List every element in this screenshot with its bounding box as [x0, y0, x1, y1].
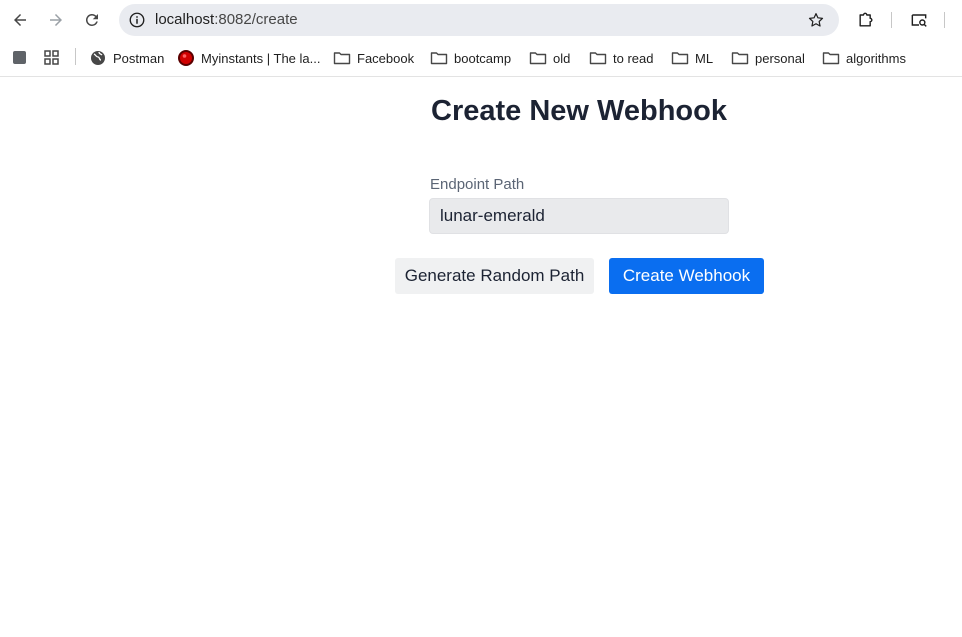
- folder-icon: [529, 52, 547, 65]
- bookmark-label: Facebook: [357, 50, 415, 66]
- bookmark-folder-ml[interactable]: ML: [671, 48, 713, 68]
- bookmark-label: Postman: [113, 50, 165, 66]
- page-content: Create New Webhook Endpoint Path Generat…: [0, 78, 962, 637]
- toolbar-divider: [944, 12, 945, 28]
- bookmark-label: algorithms: [846, 50, 906, 66]
- bookmark-folder-to-read[interactable]: to read: [589, 48, 653, 68]
- toolbar-divider: [891, 12, 892, 28]
- bookmark-folder-algorithms[interactable]: algorithms: [822, 48, 906, 68]
- puzzle-icon: [859, 12, 873, 27]
- bookmark-label: personal: [755, 50, 805, 66]
- url-path: :8082/create: [214, 11, 298, 28]
- folder-icon: [731, 52, 749, 65]
- tab-search-button[interactable]: [908, 9, 930, 31]
- bookmarks-divider: [75, 48, 76, 65]
- folder-icon: [822, 52, 840, 65]
- bookmark-app-square[interactable]: [11, 48, 29, 68]
- browser-toolbar: localhost:8082/create: [0, 0, 962, 40]
- folder-icon: [671, 52, 689, 65]
- url-text[interactable]: localhost:8082/create: [155, 11, 298, 29]
- endpoint-path-input[interactable]: [429, 198, 729, 234]
- bookmark-folder-facebook[interactable]: Facebook: [333, 48, 414, 68]
- tab-search-icon: [911, 14, 927, 27]
- bookmark-folder-personal[interactable]: personal: [731, 48, 805, 68]
- address-bar[interactable]: localhost:8082/create: [119, 4, 839, 36]
- bookmark-folder-old[interactable]: old: [529, 48, 570, 68]
- endpoint-path-label: Endpoint Path: [430, 176, 525, 193]
- bookmark-label: old: [553, 50, 571, 66]
- reload-button[interactable]: [80, 8, 104, 32]
- apps-button[interactable]: [43, 48, 61, 68]
- arrow-left-icon: [14, 14, 26, 26]
- folder-icon: [430, 52, 448, 65]
- star-icon[interactable]: [807, 11, 825, 29]
- page-title: Create New Webhook: [431, 95, 727, 127]
- generate-random-path-button[interactable]: Generate Random Path: [395, 258, 594, 294]
- app-square-icon: [13, 51, 26, 64]
- arrow-right-icon: [50, 14, 62, 26]
- apps-grid-icon: [44, 50, 59, 65]
- bookmark-label: ML: [695, 50, 714, 66]
- bookmark-folder-bootcamp[interactable]: bootcamp: [430, 48, 511, 68]
- back-button[interactable]: [8, 8, 32, 32]
- reload-icon: [85, 13, 98, 26]
- site-info-icon[interactable]: [128, 11, 146, 29]
- bookmark-label: to read: [613, 50, 654, 66]
- bookmarks-bar: Postman Myinstants | The la... Facebook …: [0, 40, 962, 77]
- bookmark-myinstants[interactable]: Myinstants | The la...: [177, 48, 320, 68]
- myinstants-favicon: [178, 50, 194, 66]
- bookmark-label: bootcamp: [454, 50, 512, 66]
- create-webhook-button[interactable]: Create Webhook: [609, 258, 764, 294]
- url-host: localhost: [155, 11, 215, 28]
- forward-button[interactable]: [44, 8, 68, 32]
- globe-icon: [91, 51, 105, 65]
- extensions-button[interactable]: [855, 9, 877, 31]
- bookmark-postman[interactable]: Postman: [89, 48, 164, 68]
- bookmark-label: Myinstants | The la...: [201, 50, 321, 66]
- folder-icon: [589, 52, 607, 65]
- folder-icon: [333, 52, 351, 65]
